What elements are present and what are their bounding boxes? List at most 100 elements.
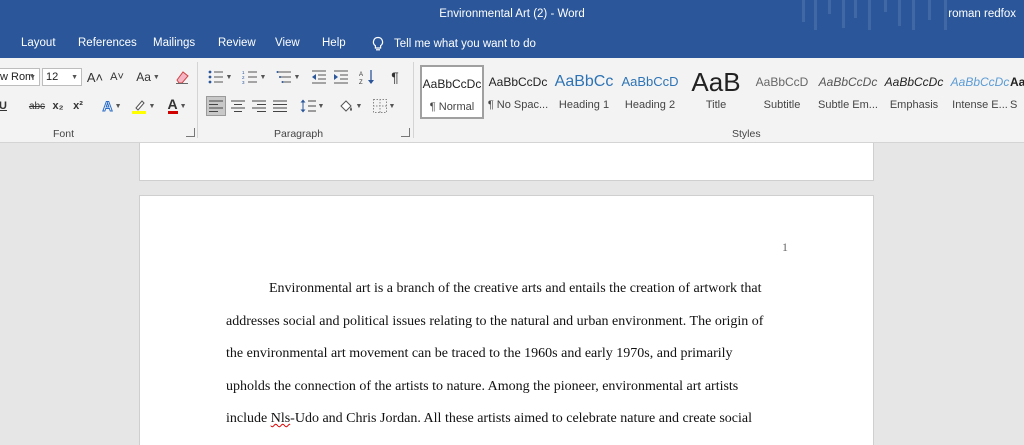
chevron-down-icon: ▼: [146, 102, 156, 110]
style-sample: AaBbCcD: [621, 74, 679, 89]
underline-button[interactable]: U: [0, 97, 10, 115]
style-normal[interactable]: AaBbCcDc ¶ Normal: [420, 65, 484, 119]
font-name-box[interactable]: w Rom ▼: [0, 68, 40, 86]
highlighter-icon: [131, 100, 146, 114]
shrink-font-button[interactable]: A˅: [108, 68, 126, 86]
font-dialog-launcher[interactable]: [186, 128, 195, 137]
document-body[interactable]: Environmental art is a branch of the cre…: [226, 281, 792, 444]
tell-me-search[interactable]: Tell me what you want to do: [370, 36, 536, 52]
numbering-icon: 1 2 3: [242, 70, 257, 84]
style-sample: Aa: [1010, 75, 1024, 89]
decrease-indent-button[interactable]: [310, 68, 328, 86]
document-page[interactable]: 1 Environmental art is a branch of the c…: [139, 195, 874, 445]
font-size-box[interactable]: 12 ▼: [42, 68, 82, 86]
style-no-spacing[interactable]: AaBbCcDc ¶ No Spac...: [486, 65, 550, 119]
borders-button[interactable]: ▼: [370, 97, 398, 115]
superscript-button[interactable]: x²: [70, 97, 86, 115]
multilevel-list-button[interactable]: ▼: [274, 68, 302, 86]
style-sample: AaBbCc: [554, 73, 614, 90]
style-sample: AaBbCcDc: [818, 75, 878, 89]
tab-help[interactable]: Help: [322, 37, 346, 49]
style-emphasis[interactable]: AaBbCcDc Emphasis: [882, 65, 946, 119]
line-spacing-icon: [300, 99, 316, 113]
shading-button[interactable]: ▼: [336, 97, 364, 115]
chevron-down-icon: ▼: [257, 73, 267, 81]
style-sample: AaB: [691, 67, 741, 97]
pilcrow-icon[interactable]: ¶: [386, 68, 404, 86]
tab-review[interactable]: Review: [218, 37, 256, 49]
sort-button[interactable]: A Z: [358, 68, 376, 86]
chevron-down-icon: ▼: [353, 102, 363, 110]
paragraph-dialog-launcher[interactable]: [401, 128, 410, 137]
style-name: S: [1010, 99, 1018, 111]
user-account[interactable]: roman redfox: [948, 8, 1016, 20]
style-strong[interactable]: Aa S: [1010, 65, 1024, 119]
bullets-button[interactable]: ▼: [206, 68, 234, 86]
tab-view[interactable]: View: [275, 37, 300, 49]
text-line: include Nls-Udo and Chris Jordan. All th…: [226, 411, 792, 444]
style-name: Heading 1: [558, 99, 610, 111]
increase-indent-button[interactable]: [332, 68, 350, 86]
align-left-button[interactable]: [206, 96, 226, 116]
chevron-down-icon: ▼: [315, 102, 325, 110]
tab-mailings[interactable]: Mailings: [153, 37, 195, 49]
lightbulb-icon: [372, 36, 384, 51]
font-size-value: 12: [46, 71, 59, 83]
page-number: 1: [782, 240, 788, 254]
text-effects-label: A: [102, 98, 113, 115]
tab-references[interactable]: References: [78, 37, 137, 49]
previous-page: [139, 143, 874, 181]
grow-font-button[interactable]: A˄: [86, 68, 104, 86]
style-name: Subtitle: [763, 99, 801, 111]
justify-button[interactable]: [271, 97, 289, 115]
style-sample: AaBbCcDc: [488, 75, 548, 89]
borders-icon: [372, 99, 387, 113]
style-sample: AaBbCcDc: [422, 77, 482, 91]
text-line: Environmental art is a branch of the cre…: [269, 281, 762, 296]
subscript-button[interactable]: x₂: [50, 97, 66, 115]
styles-group-label: Styles: [732, 128, 761, 140]
text-line: upholds the connection of the artists to…: [226, 378, 739, 394]
align-right-button[interactable]: [250, 97, 268, 115]
numbering-button[interactable]: 1 2 3 ▼: [240, 68, 268, 86]
align-center-button[interactable]: [229, 97, 247, 115]
ribbon-tabs: Layout References Mailings Review View H…: [0, 30, 1024, 58]
chevron-down-icon: ▼: [150, 73, 160, 81]
style-name: Intense E...: [952, 99, 1008, 111]
style-sample: AaBbCcD: [755, 75, 809, 89]
strikethrough-button[interactable]: abc: [26, 97, 48, 115]
style-subtle-emphasis[interactable]: AaBbCcDc Subtle Em...: [816, 65, 880, 119]
document-title: Environmental Art (2) - Word: [439, 8, 585, 20]
font-color-label: A: [167, 96, 178, 114]
font-color-button[interactable]: A ▼: [162, 97, 192, 115]
group-divider: [197, 62, 198, 138]
svg-text:3: 3: [242, 80, 245, 84]
group-divider: [413, 62, 414, 138]
chevron-down-icon: ▼: [291, 73, 301, 81]
text-effects-button[interactable]: A ▼: [98, 97, 126, 115]
styles-gallery: AaBbCcDc ¶ Normal AaBbCcDc ¶ No Spac... …: [420, 65, 1024, 119]
change-case-button[interactable]: Aa ▼: [134, 68, 162, 86]
decrease-indent-icon: [312, 70, 326, 84]
line-spacing-button[interactable]: ▼: [298, 97, 326, 115]
tab-layout[interactable]: Layout: [21, 37, 56, 49]
clear-formatting-button[interactable]: [172, 68, 192, 86]
misspelled-word[interactable]: Nls: [271, 411, 290, 426]
style-name: Emphasis: [889, 99, 939, 111]
style-sample: AaBbCcDc: [950, 75, 1010, 89]
style-intense-emphasis[interactable]: AaBbCcDc Intense E...: [948, 65, 1012, 119]
ribbon: w Rom ▼ 12 ▼ A˄ A˅ Aa ▼ U abc x₂ x² A ▼ …: [0, 58, 1024, 143]
svg-text:A: A: [359, 72, 363, 78]
style-name: ¶ Normal: [429, 101, 475, 113]
style-heading-1[interactable]: AaBbCc Heading 1: [552, 65, 616, 119]
style-sample: AaBbCcDc: [884, 75, 944, 89]
style-subtitle[interactable]: AaBbCcD Subtitle: [750, 65, 814, 119]
style-name: Title: [705, 99, 727, 111]
highlight-color-button[interactable]: ▼: [128, 97, 158, 115]
svg-text:Z: Z: [359, 80, 363, 85]
style-heading-2[interactable]: AaBbCcD Heading 2: [618, 65, 682, 119]
tell-me-label: Tell me what you want to do: [394, 38, 536, 50]
paint-bucket-icon: [339, 100, 352, 112]
multilevel-list-icon: [276, 71, 291, 83]
style-title[interactable]: AaB Title: [684, 65, 748, 119]
